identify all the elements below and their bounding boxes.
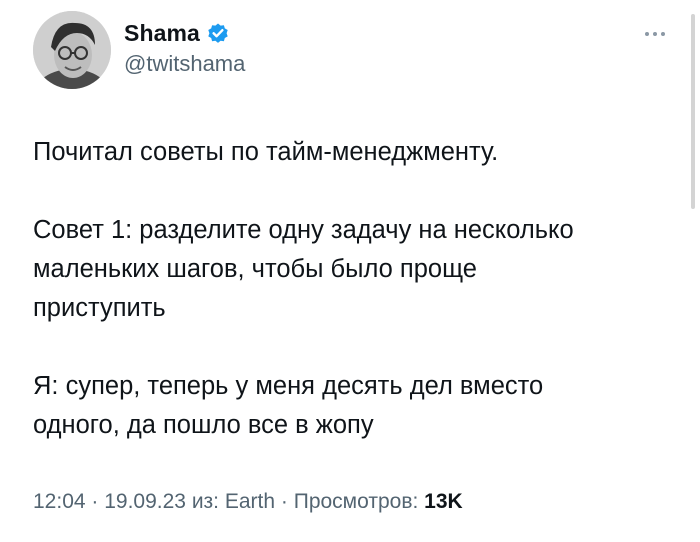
tweet-line: Совет 1: разделите одну задачу на нескол… bbox=[33, 216, 574, 244]
scrollbar[interactable] bbox=[691, 14, 695, 209]
author-handle[interactable]: @twitshama bbox=[124, 51, 245, 77]
author-block: Shama @twitshama bbox=[124, 19, 245, 77]
meta-separator: · bbox=[275, 490, 294, 513]
tweet-time[interactable]: 12:04 bbox=[33, 490, 86, 513]
source-prefix: из: bbox=[185, 490, 225, 513]
views-count[interactable]: 13K bbox=[424, 490, 463, 513]
author-name-row: Shama bbox=[124, 19, 245, 47]
tweet-text: Почитал советы по тайм-менеджменту. Сове… bbox=[33, 133, 683, 445]
tweet-line: маленьких шагов, чтобы было проще bbox=[33, 255, 477, 283]
tweet-line: приступить bbox=[33, 294, 166, 322]
meta-separator: · bbox=[85, 490, 105, 513]
verified-badge-icon bbox=[206, 21, 230, 45]
tweet-date[interactable]: 19.09.23 bbox=[104, 490, 186, 513]
tweet-line: Почитал советы по тайм-менеджменту. bbox=[33, 138, 499, 166]
more-options-icon[interactable] bbox=[640, 24, 670, 44]
tweet-line: одного, да пошло все в жопу bbox=[33, 411, 374, 439]
tweet-source: Earth bbox=[224, 490, 276, 513]
avatar-photo bbox=[33, 11, 111, 89]
views-label: Просмотров: bbox=[293, 490, 425, 513]
tweet-line: Я: супер, теперь у меня десять дел вмест… bbox=[33, 372, 544, 400]
tweet-card: Shama @twitshama Почитал советы по тайм-… bbox=[0, 0, 700, 542]
tweet-meta: 12:04 · 19.09.23 из: Earth · Просмотров:… bbox=[33, 490, 463, 514]
author-avatar[interactable] bbox=[33, 11, 111, 89]
author-display-name[interactable]: Shama bbox=[124, 20, 200, 47]
